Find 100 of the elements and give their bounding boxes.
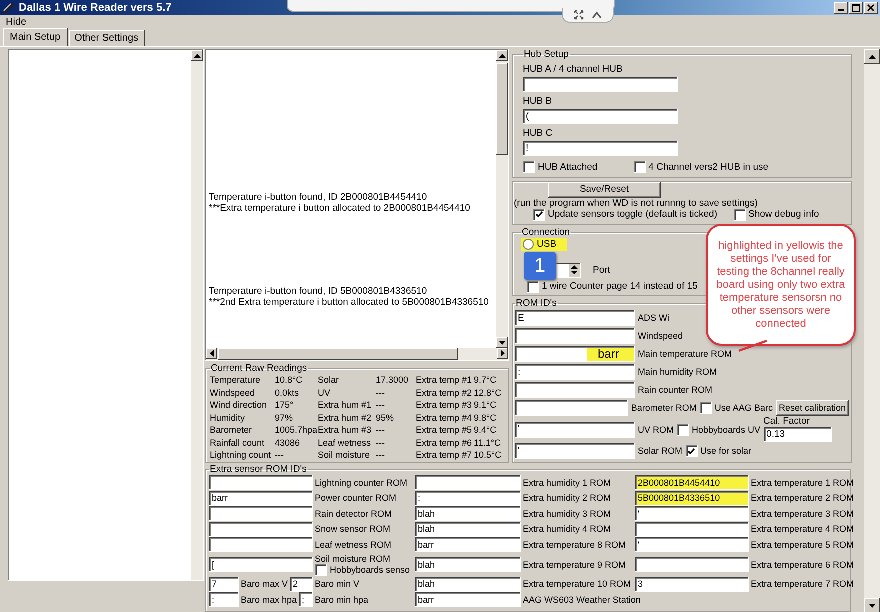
reading-label: Extra temp #4 — [416, 412, 474, 423]
input-field[interactable] — [209, 537, 313, 552]
field-label: Port — [593, 264, 610, 276]
input-field[interactable] — [209, 475, 313, 490]
scrollbar[interactable] — [496, 50, 508, 348]
field-label: Extra temperature 4 ROM — [751, 524, 854, 534]
minimize-button[interactable] — [834, 2, 848, 14]
checkbox[interactable]: Use AAG Barc — [700, 402, 773, 414]
input-field[interactable]: ' — [635, 537, 749, 552]
tab[interactable]: Main Setup — [3, 28, 68, 46]
input-field[interactable]: blah — [415, 557, 521, 572]
input-field[interactable]: 0.13 — [764, 427, 832, 442]
reading-label: Extra temp #1 — [416, 375, 474, 386]
maximize-icon — [852, 4, 860, 12]
field-label: HUB A / 4 channel HUB — [523, 64, 624, 75]
scroll-left-icon[interactable] — [206, 348, 217, 359]
input-field[interactable]: ' — [515, 443, 635, 459]
input-field[interactable]: ; — [299, 592, 313, 608]
input-field[interactable] — [635, 557, 749, 572]
reading-value: --- — [376, 400, 386, 410]
field-label: Extra humidity 2 ROM — [523, 493, 612, 504]
input-field[interactable]: blah — [415, 576, 521, 592]
field-label: Baro max hpa — [241, 594, 298, 605]
reading-value: 10.5°C — [474, 450, 503, 460]
reading-label: Temperature — [210, 375, 262, 386]
scroll-down-icon[interactable] — [496, 337, 508, 348]
input-field[interactable]: ; — [415, 490, 521, 506]
tab[interactable]: Other Settings — [68, 30, 145, 46]
input-field[interactable]: barr — [515, 346, 635, 362]
scrollbar[interactable] — [206, 348, 508, 360]
field-label: AAG WS603 Weather Station — [523, 594, 641, 605]
scrollbar[interactable] — [191, 50, 203, 580]
input-field[interactable]: barr — [415, 592, 521, 608]
input-field[interactable] — [209, 506, 313, 522]
input-field[interactable]: ( — [523, 109, 678, 124]
scroll-up-icon[interactable] — [496, 50, 508, 61]
checkbox[interactable]: Update sensors toggle (default is ticked) — [533, 208, 718, 221]
field-label: Lightning counter ROM — [315, 478, 408, 488]
reset-calibration-button[interactable]: Reset calibration — [776, 400, 849, 416]
menu-item[interactable]: Hide — [6, 16, 27, 28]
save-reset-button[interactable]: Save/Reset — [548, 182, 661, 198]
input-field[interactable] — [209, 522, 313, 537]
radio-button[interactable]: USB — [521, 238, 567, 251]
input-field[interactable]: 3 — [635, 576, 749, 592]
reading-label: Barometer — [210, 425, 254, 436]
checkbox[interactable]: Show debug info — [734, 208, 820, 221]
reading-value: 175° — [275, 400, 295, 410]
input-field[interactable] — [515, 382, 635, 398]
input-field[interactable]: : — [209, 592, 239, 608]
input-field[interactable]: barr — [209, 490, 313, 506]
input-field[interactable] — [523, 77, 678, 92]
input-field[interactable]: 7 — [209, 576, 239, 592]
input-field[interactable]: 2B000801B4454410 — [635, 475, 749, 490]
field-label: Extra humidity 3 ROM — [523, 508, 612, 519]
input-field[interactable]: 5B000801B4336510 — [635, 490, 749, 506]
checkbox[interactable]: Hobbyboards senso — [315, 564, 410, 576]
checkbox[interactable]: 1 wire Counter page 14 instead of 15 — [527, 280, 698, 293]
checkbox[interactable]: HUB Attached — [523, 161, 598, 173]
scroll-thumb[interactable] — [496, 63, 508, 155]
input-field[interactable] — [635, 522, 749, 537]
reading-value: 43086 — [275, 438, 302, 448]
scroll-right-icon[interactable] — [497, 348, 508, 359]
checkbox[interactable]: Hobbyboards UV — [677, 424, 761, 436]
input-field[interactable]: blah — [415, 506, 521, 522]
field-label: Extra temperature 6 ROM — [751, 560, 854, 570]
input-field[interactable]: ' — [635, 506, 749, 522]
input-field[interactable] — [515, 328, 635, 344]
spin-arrows-icon — [570, 264, 579, 276]
input-field[interactable]: barr — [415, 537, 521, 552]
input-field[interactable] — [515, 400, 628, 416]
input-field[interactable]: ' — [515, 422, 635, 438]
scrollbar[interactable] — [864, 49, 880, 612]
reading-value: --- — [376, 450, 386, 460]
reading-label: UV — [318, 388, 332, 398]
checkbox[interactable]: 4 Channel vers2 HUB in use — [634, 161, 769, 173]
input-field[interactable]: E — [515, 310, 635, 326]
input-field[interactable]: [ — [209, 557, 313, 572]
log-line: Temperature i-button found, ID 5B000801B4336510 — [209, 286, 428, 297]
scroll-down-icon[interactable] — [864, 598, 880, 612]
maximize-button[interactable] — [849, 2, 863, 14]
scroll-up-icon[interactable] — [864, 49, 880, 64]
log-line: Temperature i-button found, ID 2B000801B4454410 — [209, 192, 428, 203]
field-label: Power counter ROM — [315, 493, 397, 504]
input-field[interactable] — [415, 475, 521, 490]
close-button[interactable] — [864, 2, 878, 14]
scroll-thumb[interactable] — [218, 348, 458, 360]
input-field[interactable]: blah — [415, 522, 521, 537]
checkbox[interactable]: Use for solar — [686, 445, 752, 457]
reading-value: --- — [376, 388, 386, 398]
field-label: Snow sensor ROM — [315, 524, 391, 534]
input-field[interactable]: 2 — [290, 576, 313, 592]
reading-label: Extra hum #2 — [318, 412, 373, 423]
fullscreen-icon[interactable] — [574, 10, 584, 20]
caret-up-icon[interactable] — [592, 11, 602, 19]
scroll-up-icon[interactable] — [191, 50, 203, 61]
reading-label: Leaf wetness — [318, 438, 372, 448]
input-field[interactable]: : — [515, 364, 635, 380]
input-field[interactable]: ! — [523, 141, 678, 156]
field-label: Extra temperature 5 ROM — [751, 540, 854, 550]
log-line: ***Extra temperature i button allocated to 2B000801B4454410 — [209, 203, 472, 214]
